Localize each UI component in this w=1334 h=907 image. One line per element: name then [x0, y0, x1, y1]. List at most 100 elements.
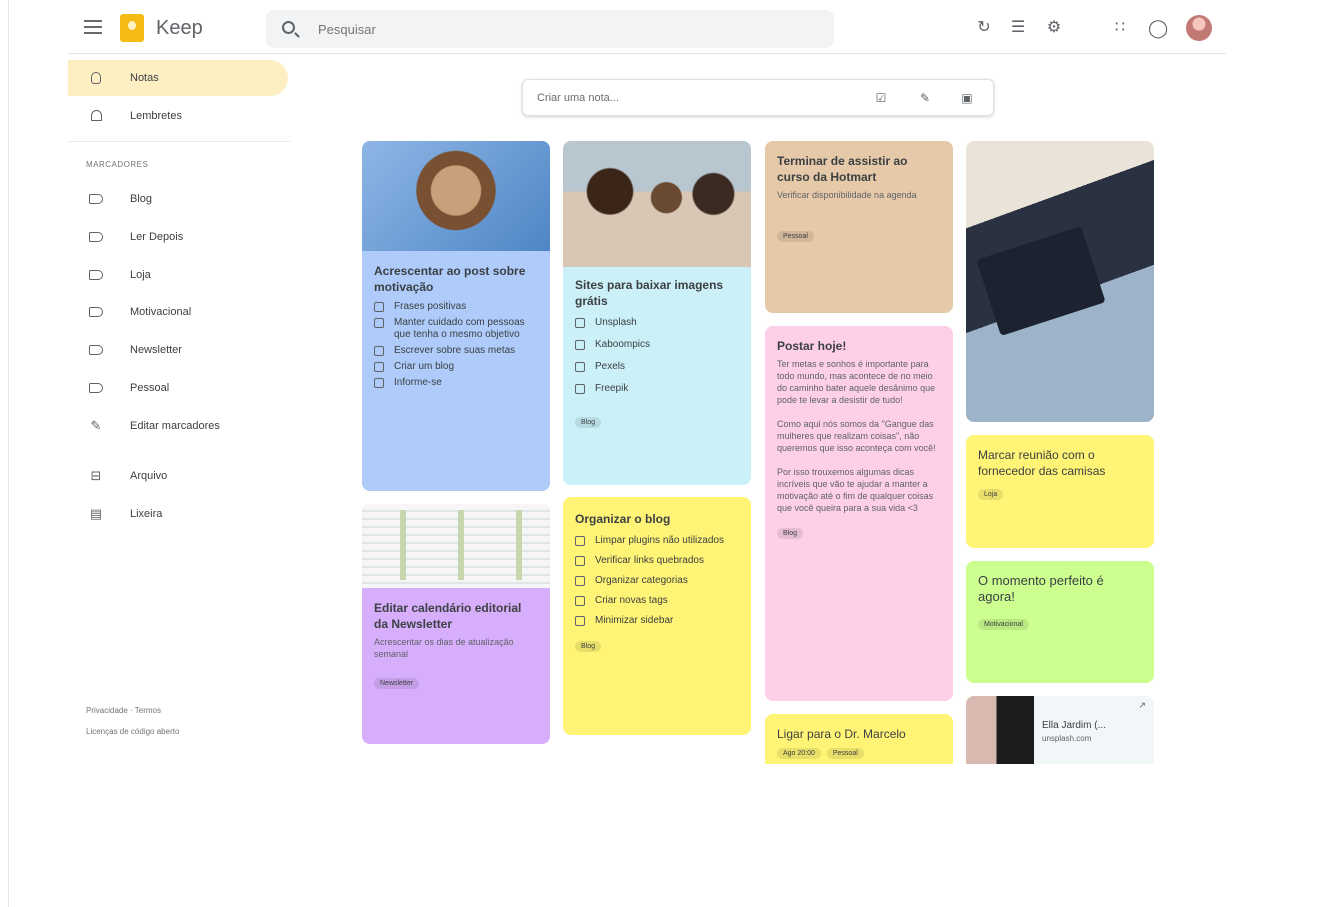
sidebar-item-ler-depois[interactable]: Ler Depois — [68, 219, 288, 255]
note-image — [362, 504, 550, 588]
list-view-icon[interactable]: ☰ — [1008, 18, 1028, 38]
checkbox[interactable] — [374, 318, 384, 328]
search-bar[interactable] — [266, 10, 834, 48]
checklist-item[interactable]: Unsplash — [563, 317, 751, 329]
checklist-item[interactable]: Freepik — [563, 383, 751, 395]
note-reuniao[interactable]: Marcar reunião com o fornecedor das cami… — [966, 435, 1154, 548]
footer-links[interactable]: Privacidade · Termos — [86, 706, 161, 715]
checklist-item[interactable]: Minimizar sidebar — [563, 615, 751, 627]
open-external-icon[interactable]: ↗ — [1138, 700, 1146, 711]
checklist-text: Unsplash — [595, 317, 637, 328]
sidebar-item-editar-marcadores[interactable]: ✎ Editar marcadores — [68, 408, 288, 444]
app-name[interactable]: Keep — [156, 17, 203, 40]
sidebar-item-arquivo[interactable]: ⊟ Arquivo — [68, 458, 288, 494]
sidebar-item-label: Arquivo — [130, 470, 168, 482]
checklist-item[interactable]: Escrever sobre suas metas — [362, 345, 550, 357]
footer-licenses[interactable]: Licenças de código aberto — [86, 727, 179, 736]
checklist-item[interactable]: Frases positivas — [362, 301, 550, 313]
window-edge — [8, 0, 9, 907]
note-label[interactable]: Newsletter — [374, 678, 420, 689]
sidebar-item-loja[interactable]: Loja — [68, 257, 288, 293]
checkbox-icon[interactable]: ☑ — [873, 90, 889, 106]
note-postar[interactable]: Postar hoje! Ter metas e sonhos é import… — [765, 326, 953, 701]
note-ligar[interactable]: Ligar para o Dr. Marcelo Ago 20:00 Pesso… — [765, 714, 953, 764]
checkbox[interactable] — [575, 576, 585, 586]
checklist-item[interactable]: Kaboompics — [563, 339, 751, 351]
note-motivacao[interactable]: Acrescentar ao post sobre motivação Fras… — [362, 141, 550, 491]
lightbulb-icon — [88, 70, 104, 86]
checklist-item[interactable]: Limpar plugins não utilizados — [563, 535, 751, 547]
main-menu-icon[interactable] — [84, 20, 102, 34]
note-image — [976, 225, 1106, 337]
apps-grid-icon[interactable]: ∷ — [1110, 18, 1130, 38]
checklist-text: Manter cuidado com pessoas que tenha o m… — [394, 317, 525, 340]
sidebar-item-blog[interactable]: Blog — [68, 181, 288, 217]
sidebar-item-lembretes[interactable]: Lembretes — [68, 98, 288, 134]
note-label[interactable]: Pessoal — [826, 748, 864, 759]
checklist-text: Pexels — [595, 361, 626, 372]
image-icon[interactable]: ▣ — [959, 90, 975, 106]
sidebar-item-label: Motivacional — [130, 306, 192, 318]
checkbox[interactable] — [575, 384, 585, 394]
brush-icon[interactable]: ✎ — [917, 90, 933, 106]
reminder-chip[interactable]: Ago 20:00 — [777, 748, 821, 759]
checkbox[interactable] — [575, 362, 585, 372]
note-body: Ter metas e sonhos é importante para tod… — [777, 359, 936, 513]
create-note-bar[interactable]: Criar uma nota... ☑ ✎ ▣ — [522, 79, 994, 116]
refresh-icon[interactable]: ↻ — [974, 18, 994, 38]
settings-icon[interactable]: ⚙ — [1044, 18, 1064, 38]
checklist-item[interactable]: Manter cuidado com pessoas que tenha o m… — [362, 317, 550, 341]
note-sites[interactable]: Sites para baixar imagens grátis Unsplas… — [563, 141, 751, 485]
note-organizar[interactable]: Organizar o blog Limpar plugins não util… — [563, 497, 751, 735]
note-label[interactable]: Blog — [575, 641, 602, 652]
search-icon[interactable] — [282, 21, 295, 34]
checkbox[interactable] — [575, 536, 585, 546]
search-input[interactable] — [318, 19, 798, 39]
checklist-item[interactable]: Criar novas tags — [563, 595, 751, 607]
create-note-placeholder[interactable]: Criar uma nota... — [537, 92, 619, 104]
account-circle-icon[interactable]: ◯ — [1148, 18, 1168, 38]
note-label[interactable]: Pessoal — [777, 231, 814, 242]
checklist-text: Informe-se — [394, 377, 442, 388]
note-link[interactable]: Ella Jardim (... unsplash.com ↗ — [966, 696, 1154, 764]
keep-logo-icon[interactable] — [120, 14, 144, 42]
sidebar-item-lixeira[interactable]: ▤ Lixeira — [68, 496, 288, 532]
checkbox[interactable] — [575, 596, 585, 606]
checklist-text: Organizar categorias — [595, 575, 688, 586]
checklist-item[interactable]: Criar um blog — [362, 361, 550, 373]
note-newsletter[interactable]: Editar calendário editorial da Newslette… — [362, 504, 550, 744]
note-curso[interactable]: Terminar de assistir ao curso da Hotmart… — [765, 141, 953, 313]
note-label[interactable]: Motivacional — [978, 619, 1029, 630]
checkbox[interactable] — [374, 346, 384, 356]
checkbox[interactable] — [374, 378, 384, 388]
avatar[interactable] — [1186, 15, 1212, 41]
sidebar-item-label: Notas — [130, 72, 159, 84]
checklist-item[interactable]: Pexels — [563, 361, 751, 373]
archive-icon: ⊟ — [90, 468, 102, 483]
checklist-text: Minimizar sidebar — [595, 615, 674, 626]
checkbox[interactable] — [575, 340, 585, 350]
sidebar-item-newsletter[interactable]: Newsletter — [68, 332, 288, 368]
sidebar-item-label: Lixeira — [130, 508, 163, 520]
note-momento[interactable]: O momento perfeito é agora! Motivacional — [966, 561, 1154, 683]
link-url[interactable]: unsplash.com — [1042, 734, 1091, 743]
checklist-item[interactable]: Informe-se — [362, 377, 550, 389]
link-title[interactable]: Ella Jardim (... — [1042, 720, 1106, 731]
checklist-item[interactable]: Organizar categorias — [563, 575, 751, 587]
note-label[interactable]: Blog — [575, 417, 602, 428]
checkbox[interactable] — [374, 302, 384, 312]
note-label[interactable]: Loja — [978, 489, 1004, 500]
checkbox[interactable] — [374, 362, 384, 372]
note-label[interactable]: Blog — [777, 528, 804, 539]
checklist-item[interactable]: Verificar links quebrados — [563, 555, 751, 567]
note-photo[interactable] — [966, 141, 1154, 422]
checkbox[interactable] — [575, 556, 585, 566]
checkbox[interactable] — [575, 318, 585, 328]
sidebar-item-label: Newsletter — [130, 344, 182, 356]
sidebar-item-pessoal[interactable]: Pessoal — [68, 370, 288, 406]
checkbox[interactable] — [575, 616, 585, 626]
sidebar-item-motivacional[interactable]: Motivacional — [68, 294, 288, 330]
note-title: Organizar o blog — [575, 512, 671, 526]
sidebar-item-notas[interactable]: Notas — [68, 60, 288, 96]
label-icon — [88, 267, 104, 283]
